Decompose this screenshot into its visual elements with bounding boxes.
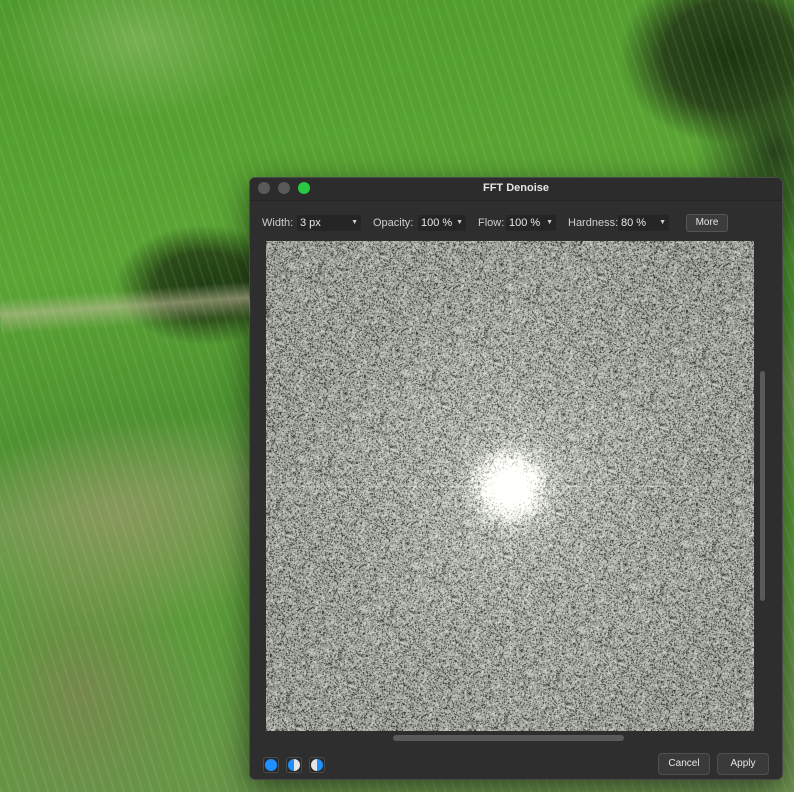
filled-circle-icon xyxy=(265,759,277,771)
fft-spectrum-preview[interactable] xyxy=(266,241,754,731)
opacity-label: Opacity: xyxy=(373,217,414,229)
fft-spectrum-canvas[interactable] xyxy=(266,241,754,731)
hardness-label: Hardness: xyxy=(568,217,619,229)
horizontal-scrollbar[interactable] xyxy=(393,735,624,741)
brush-toolbar: Width: 3 px ▼ Opacity: 100 % ▼ Flow: 100… xyxy=(250,211,782,235)
flow-dropdown[interactable]: 100 % ▼ xyxy=(506,215,556,231)
window-title: FFT Denoise xyxy=(482,182,549,194)
mode-half-button[interactable] xyxy=(286,757,302,773)
vertical-scrollbar[interactable] xyxy=(760,371,765,601)
opacity-dropdown[interactable]: 100 % ▼ xyxy=(418,215,466,231)
width-dropdown[interactable]: 3 px ▼ xyxy=(297,215,361,231)
flow-value: 100 % xyxy=(509,217,541,229)
chevron-down-icon: ▼ xyxy=(546,219,553,226)
width-label: Width: xyxy=(262,217,294,229)
mode-half-inverse-button[interactable] xyxy=(309,757,325,773)
hardness-value: 80 % xyxy=(621,217,647,229)
mode-filled-button[interactable] xyxy=(263,757,279,773)
opacity-value: 100 % xyxy=(421,217,453,229)
aerial-photo-background: FFT Denoise Width: 3 px ▼ Opacity: 100 %… xyxy=(0,0,794,792)
apply-button[interactable]: Apply xyxy=(717,753,769,775)
fft-denoise-dialog: FFT Denoise Width: 3 px ▼ Opacity: 100 %… xyxy=(249,177,783,780)
chevron-down-icon: ▼ xyxy=(659,219,666,226)
flow-label: Flow: xyxy=(478,217,505,229)
more-button[interactable]: More xyxy=(686,214,728,232)
title-bar: FFT Denoise xyxy=(250,178,782,201)
half-circle-inverse-icon xyxy=(311,759,323,771)
cancel-button[interactable]: Cancel xyxy=(658,753,710,775)
half-circle-icon xyxy=(288,759,300,771)
hardness-dropdown[interactable]: 80 % ▼ xyxy=(618,215,669,231)
chevron-down-icon: ▼ xyxy=(351,219,358,226)
chevron-down-icon: ▼ xyxy=(456,219,463,226)
width-value: 3 px xyxy=(300,217,321,229)
